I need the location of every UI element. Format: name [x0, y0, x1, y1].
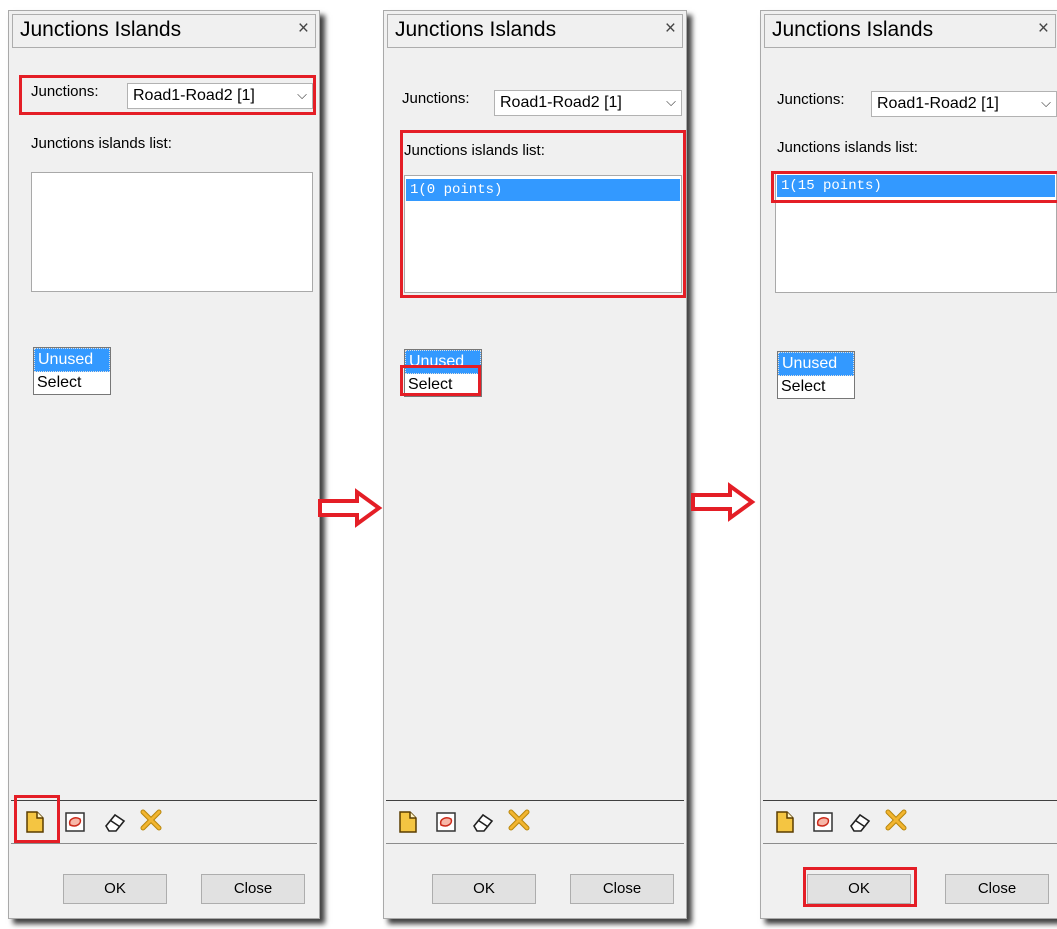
islands-list[interactable]	[31, 172, 313, 292]
draw-island-icon[interactable]	[811, 810, 835, 834]
mode-item-unused[interactable]: Unused	[778, 352, 854, 376]
erase-icon[interactable]	[471, 810, 495, 834]
dialog-title: Junctions Islands	[20, 18, 182, 41]
ok-button[interactable]: OK	[432, 874, 536, 904]
draw-island-icon[interactable]	[63, 810, 87, 834]
mode-item-select[interactable]: Select	[778, 376, 854, 398]
new-island-icon[interactable]	[23, 810, 47, 834]
toolbar-separator	[386, 800, 684, 801]
junctions-label: Junctions:	[777, 91, 845, 108]
junctions-select-value: Road1-Road2 [1]	[133, 87, 255, 104]
junctions-select[interactable]: Road1-Road2 [1] ⌵	[871, 91, 1057, 117]
erase-icon[interactable]	[848, 810, 872, 834]
junctions-select-value: Road1-Road2 [1]	[500, 94, 622, 111]
erase-icon[interactable]	[103, 810, 127, 834]
dialog-title: Junctions Islands	[772, 18, 934, 41]
mode-item-unused[interactable]: Unused	[34, 348, 110, 372]
chevron-down-icon: ⌵	[297, 87, 307, 102]
toolbar-separator-bottom	[386, 843, 684, 844]
junctions-islands-dialog-step-2: Junctions Islands × Junctions: Road1-Roa…	[383, 10, 687, 919]
junctions-select[interactable]: Road1-Road2 [1] ⌵	[494, 90, 682, 116]
delete-icon[interactable]	[139, 808, 163, 832]
right-arrow-icon	[691, 482, 756, 522]
delete-icon[interactable]	[884, 808, 908, 832]
toolbar-separator	[763, 800, 1057, 801]
junctions-select[interactable]: Road1-Road2 [1] ⌵	[127, 83, 313, 109]
junctions-label: Junctions:	[402, 90, 470, 107]
draw-island-icon[interactable]	[434, 810, 458, 834]
delete-icon[interactable]	[507, 808, 531, 832]
junctions-islands-dialog-step-3: Junctions Islands × Junctions: Road1-Roa…	[760, 10, 1057, 919]
islands-list-label: Junctions islands list:	[777, 139, 918, 156]
mode-list[interactable]: Unused Select	[404, 349, 482, 397]
dialog-titlebar: Junctions Islands ×	[387, 14, 683, 48]
dialog-titlebar: Junctions Islands ×	[12, 14, 316, 48]
chevron-down-icon: ⌵	[666, 94, 676, 109]
new-island-icon[interactable]	[773, 810, 797, 834]
mode-list[interactable]: Unused Select	[33, 347, 111, 395]
close-icon[interactable]: ×	[298, 18, 309, 40]
ok-button[interactable]: OK	[807, 874, 911, 904]
close-button[interactable]: Close	[201, 874, 305, 904]
island-item[interactable]: 1(15 points)	[777, 175, 1055, 197]
junctions-label: Junctions:	[31, 83, 99, 100]
close-button[interactable]: Close	[570, 874, 674, 904]
close-button[interactable]: Close	[945, 874, 1049, 904]
islands-list[interactable]: 1(15 points)	[775, 171, 1057, 293]
mode-item-select[interactable]: Select	[405, 374, 481, 396]
close-icon[interactable]: ×	[665, 18, 676, 40]
toolbar-separator	[11, 800, 317, 801]
mode-item-select[interactable]: Select	[34, 372, 110, 394]
dialog-title: Junctions Islands	[395, 18, 557, 41]
mode-item-unused[interactable]: Unused	[405, 350, 481, 374]
toolbar-separator-bottom	[763, 843, 1057, 844]
junctions-islands-dialog-step-1: Junctions Islands × Junctions: Road1-Roa…	[8, 10, 320, 919]
right-arrow-icon	[318, 488, 383, 528]
junctions-select-value: Road1-Road2 [1]	[877, 95, 999, 112]
close-icon[interactable]: ×	[1038, 18, 1049, 40]
ok-button[interactable]: OK	[63, 874, 167, 904]
new-island-icon[interactable]	[396, 810, 420, 834]
island-item[interactable]: 1(0 points)	[406, 179, 680, 201]
islands-list[interactable]: 1(0 points)	[404, 175, 682, 293]
mode-list[interactable]: Unused Select	[777, 351, 855, 399]
islands-list-label: Junctions islands list:	[31, 135, 172, 152]
islands-list-label: Junctions islands list:	[404, 142, 545, 159]
toolbar-separator-bottom	[11, 843, 317, 844]
dialog-titlebar: Junctions Islands ×	[764, 14, 1056, 48]
chevron-down-icon: ⌵	[1041, 95, 1051, 110]
